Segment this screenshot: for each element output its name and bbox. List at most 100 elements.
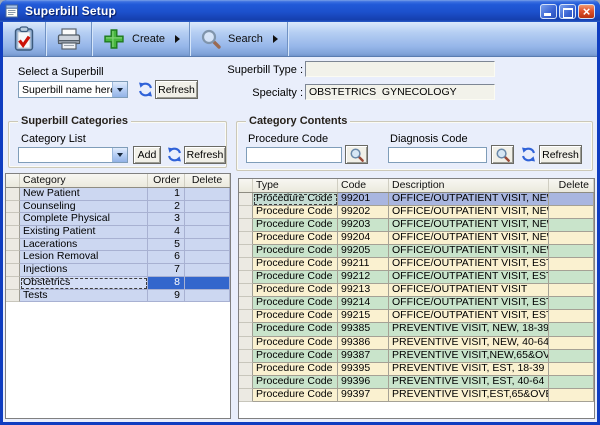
categories-refresh-button[interactable]: Refresh <box>184 146 226 164</box>
row-header-cell[interactable] <box>239 310 253 323</box>
delete-checkbox[interactable] <box>202 226 213 237</box>
delete-cell[interactable] <box>549 297 594 310</box>
type-cell[interactable]: Procedure Code <box>253 271 338 284</box>
row-header-cell[interactable] <box>239 245 253 258</box>
column-header-delete[interactable]: Delete <box>185 174 230 187</box>
delete-checkbox[interactable] <box>566 337 577 348</box>
delete-checkbox[interactable] <box>566 233 577 244</box>
category-row[interactable]: Obstetrics8 <box>6 277 230 290</box>
delete-cell[interactable] <box>549 271 594 284</box>
type-cell[interactable]: Procedure Code <box>253 310 338 323</box>
delete-cell[interactable] <box>185 239 230 252</box>
delete-cell[interactable] <box>549 363 594 376</box>
column-header-category[interactable]: Category <box>20 174 148 187</box>
delete-checkbox[interactable] <box>202 290 213 301</box>
description-cell[interactable]: PREVENTIVE VISIT,EST,65&OVER <box>389 389 549 402</box>
content-row[interactable]: Procedure Code99213OFFICE/OUTPATIENT VIS… <box>239 284 594 297</box>
column-header-description[interactable]: Description <box>389 179 549 192</box>
delete-checkbox[interactable] <box>202 188 213 199</box>
content-row[interactable]: Procedure Code99204OFFICE/OUTPATIENT VIS… <box>239 232 594 245</box>
delete-checkbox[interactable] <box>566 363 577 374</box>
category-row[interactable]: Complete Physical3 <box>6 213 230 226</box>
content-row[interactable]: Procedure Code99203OFFICE/OUTPATIENT VIS… <box>239 219 594 232</box>
description-cell[interactable]: PREVENTIVE VISIT, NEW, 18-39 <box>389 323 549 336</box>
code-cell[interactable]: 99211 <box>338 258 389 271</box>
description-cell[interactable]: OFFICE/OUTPATIENT VISIT, NEW <box>389 245 549 258</box>
row-header-cell[interactable] <box>239 350 253 363</box>
delete-cell[interactable] <box>185 264 230 277</box>
delete-cell[interactable] <box>549 323 594 336</box>
order-cell[interactable]: 4 <box>148 226 185 239</box>
category-row[interactable]: Lesion Removal6 <box>6 251 230 264</box>
delete-checkbox[interactable] <box>566 298 577 309</box>
code-cell[interactable]: 99202 <box>338 206 389 219</box>
contents-refresh-button[interactable]: Refresh <box>539 145 582 164</box>
row-header-cell[interactable] <box>6 201 20 214</box>
type-cell[interactable]: Procedure Code <box>253 219 338 232</box>
description-cell[interactable]: OFFICE/OUTPATIENT VISIT, EST <box>389 271 549 284</box>
minimize-button[interactable] <box>540 4 557 19</box>
delete-cell[interactable] <box>185 226 230 239</box>
create-button[interactable]: Create <box>93 22 189 56</box>
code-cell[interactable]: 99395 <box>338 363 389 376</box>
delete-cell[interactable] <box>549 350 594 363</box>
description-cell[interactable]: PREVENTIVE VISIT,NEW,65&OVER <box>389 350 549 363</box>
delete-cell[interactable] <box>549 389 594 402</box>
code-cell[interactable]: 99215 <box>338 310 389 323</box>
delete-cell[interactable] <box>549 206 594 219</box>
category-cell[interactable]: Injections <box>20 264 148 277</box>
row-header-cell[interactable] <box>239 258 253 271</box>
order-cell[interactable]: 1 <box>148 188 185 201</box>
category-row[interactable]: Tests9 <box>6 290 230 303</box>
row-header-cell[interactable] <box>6 239 20 252</box>
content-row[interactable]: Procedure Code99202OFFICE/OUTPATIENT VIS… <box>239 206 594 219</box>
description-cell[interactable]: OFFICE/OUTPATIENT VISIT, NEW <box>389 232 549 245</box>
category-cell[interactable]: Obstetrics <box>20 277 148 290</box>
row-header-cell[interactable] <box>239 193 253 206</box>
chevron-down-icon[interactable] <box>112 148 127 162</box>
order-cell[interactable]: 7 <box>148 264 185 277</box>
delete-checkbox[interactable] <box>566 220 577 231</box>
delete-checkbox[interactable] <box>202 239 213 250</box>
code-cell[interactable]: 99396 <box>338 376 389 389</box>
delete-checkbox[interactable] <box>566 285 577 296</box>
refresh-sync-icon[interactable] <box>137 81 154 98</box>
delete-cell[interactable] <box>549 376 594 389</box>
description-cell[interactable]: PREVENTIVE VISIT, EST, 18-39 <box>389 363 549 376</box>
order-cell[interactable]: 6 <box>148 251 185 264</box>
row-header-cell[interactable] <box>239 297 253 310</box>
content-row[interactable]: Procedure Code99212OFFICE/OUTPATIENT VIS… <box>239 271 594 284</box>
code-cell[interactable]: 99385 <box>338 323 389 336</box>
type-cell[interactable]: Procedure Code <box>253 232 338 245</box>
delete-cell[interactable] <box>185 188 230 201</box>
delete-cell[interactable] <box>549 232 594 245</box>
save-button[interactable] <box>3 22 45 56</box>
description-cell[interactable]: PREVENTIVE VISIT, NEW, 40-64 <box>389 337 549 350</box>
content-row[interactable]: Procedure Code99201OFFICE/OUTPATIENT VIS… <box>239 193 594 206</box>
delete-checkbox[interactable] <box>566 194 577 205</box>
delete-checkbox[interactable] <box>566 207 577 218</box>
superbill-name-combobox[interactable]: Superbill name here... <box>18 81 128 98</box>
delete-cell[interactable] <box>549 337 594 350</box>
order-cell[interactable]: 3 <box>148 213 185 226</box>
code-cell[interactable]: 99212 <box>338 271 389 284</box>
content-row[interactable]: Procedure Code99214OFFICE/OUTPATIENT VIS… <box>239 297 594 310</box>
row-header-cell[interactable] <box>239 376 253 389</box>
delete-cell[interactable] <box>185 213 230 226</box>
code-cell[interactable]: 99203 <box>338 219 389 232</box>
delete-checkbox[interactable] <box>566 389 577 400</box>
description-cell[interactable]: OFFICE/OUTPATIENT VISIT, EST <box>389 258 549 271</box>
category-cell[interactable]: Tests <box>20 290 148 303</box>
type-cell[interactable]: Procedure Code <box>253 284 338 297</box>
order-cell[interactable]: 8 <box>148 277 185 290</box>
row-header-cell[interactable] <box>6 290 20 303</box>
delete-cell[interactable] <box>549 245 594 258</box>
category-cell[interactable]: Complete Physical <box>20 213 148 226</box>
order-cell[interactable]: 9 <box>148 290 185 303</box>
chevron-down-icon[interactable] <box>112 82 127 97</box>
category-cell[interactable]: New Patient <box>20 188 148 201</box>
row-header-cell[interactable] <box>239 219 253 232</box>
description-cell[interactable]: OFFICE/OUTPATIENT VISIT <box>389 284 549 297</box>
description-cell[interactable]: OFFICE/OUTPATIENT VISIT, EST <box>389 310 549 323</box>
search-expand-arrow-icon[interactable] <box>273 35 278 43</box>
